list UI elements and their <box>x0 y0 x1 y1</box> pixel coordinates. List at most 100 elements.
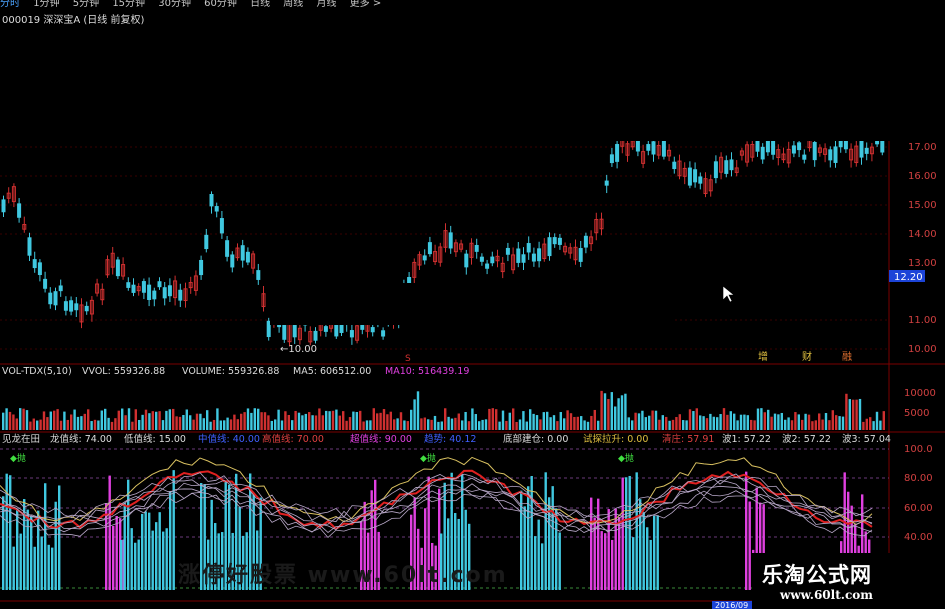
volume-bar <box>240 413 243 430</box>
ind-item: 低值线: 15.00 <box>124 433 186 445</box>
indicator-bar <box>551 486 554 590</box>
volume-bar <box>280 420 284 430</box>
candle-body <box>214 206 219 212</box>
indicator-bar <box>600 531 603 590</box>
volume-bar <box>257 408 260 430</box>
ind-item: 试探拉升: 0.00 <box>583 433 648 445</box>
candle-body <box>557 237 562 245</box>
candle-body <box>219 218 224 234</box>
volume-bar <box>648 415 651 430</box>
volume-bar <box>614 406 617 430</box>
volume-bar <box>811 421 814 430</box>
volume-bar <box>355 411 358 430</box>
volume-bar <box>709 413 712 430</box>
volume-bar <box>328 411 331 430</box>
indicator-bar <box>54 501 57 590</box>
signal-tag: ◆抛 <box>420 452 436 464</box>
indicator-line <box>0 456 873 525</box>
volume-bar <box>141 414 144 430</box>
indicator-bar <box>611 539 614 590</box>
volume-bar <box>267 415 270 430</box>
volume-bar <box>644 417 647 430</box>
candle-body <box>578 248 583 262</box>
volume-bar <box>403 420 406 430</box>
ind-item: 波2: 57.22 <box>782 433 831 445</box>
volume-bar <box>491 408 494 430</box>
ind-tick: 60.00 <box>904 503 933 514</box>
volume-bar <box>42 411 46 430</box>
candle-body <box>147 284 152 300</box>
volume-bar <box>59 420 63 430</box>
volume-bar <box>144 409 148 430</box>
volume-bar <box>178 416 182 430</box>
candle-body <box>282 324 287 340</box>
volume-bar <box>675 417 678 430</box>
indicator-axis: 100.0 80.00 60.00 40.00 <box>904 444 933 543</box>
volume-bar <box>202 418 205 430</box>
candle-body <box>349 330 354 338</box>
candle-body <box>199 259 204 276</box>
price-tick: 13.00 <box>908 258 937 269</box>
signal-tag: ◆抛 <box>618 452 634 464</box>
volume-title: VOL-TDX(5,10) <box>2 366 72 377</box>
volume-bar <box>406 421 409 430</box>
volume-bar <box>617 398 620 430</box>
volume-bar <box>797 414 800 430</box>
volume-bar <box>746 415 749 430</box>
volume-bar <box>284 411 287 430</box>
volume-bar <box>685 420 688 430</box>
volume-bar <box>841 416 845 430</box>
volume-bar <box>2 412 5 430</box>
indicator-bar <box>108 475 111 590</box>
volume-bar <box>182 414 185 430</box>
candle-body <box>547 237 552 257</box>
volume-bar <box>236 419 239 430</box>
signal-tag: ◆抛 <box>10 452 26 464</box>
volume-bar <box>318 408 321 430</box>
volume-axis-label: 10000 <box>904 388 936 399</box>
candle-body <box>204 234 209 250</box>
volume-bar <box>301 415 304 430</box>
candle-body <box>583 235 588 248</box>
current-price-label: 12.20 <box>894 272 923 283</box>
volume-bar <box>117 410 120 430</box>
volume-bar <box>243 412 246 430</box>
volume-bar <box>529 409 532 430</box>
candle-body <box>48 292 53 305</box>
volume-bar <box>233 414 236 430</box>
ind-item: 波3: 57.04 <box>842 433 891 445</box>
volume-bar <box>532 413 535 430</box>
price-axis: 17.00 16.00 15.00 14.00 13.00 11.00 10.0… <box>908 142 937 355</box>
candle-body <box>604 180 609 186</box>
low-price-label: ←10.00 <box>280 344 317 355</box>
candle-body <box>225 240 230 257</box>
volume-bar <box>226 417 229 430</box>
sell-marker: S <box>405 354 411 364</box>
volume-bar <box>824 413 828 430</box>
candle-body <box>422 255 427 261</box>
indicator-bar <box>26 509 29 590</box>
volume-bar <box>525 421 528 430</box>
ma5-label: MA5: 606512.00 <box>293 366 371 377</box>
ind-item: 清庄: 57.91 <box>662 433 714 445</box>
candle-body <box>859 138 864 158</box>
volume-bar <box>80 416 83 430</box>
candle-body <box>552 237 557 245</box>
volume-bar <box>784 419 787 430</box>
volume-bar <box>699 415 702 430</box>
volume-bar <box>831 410 834 430</box>
candle-body <box>833 146 838 163</box>
volume-bar <box>297 412 301 430</box>
candle-body <box>27 237 32 256</box>
volume-bar <box>93 419 97 430</box>
candle-body <box>256 270 261 280</box>
candle-body <box>646 144 651 151</box>
volume-bar <box>603 393 607 430</box>
volume-bar <box>25 410 29 430</box>
date-label: 2016/09 <box>715 601 748 609</box>
volume-bar <box>423 417 426 430</box>
volume-bar <box>138 419 141 430</box>
volume-bar <box>882 411 885 430</box>
volume-bar <box>828 420 831 430</box>
volume-bar <box>773 413 777 430</box>
